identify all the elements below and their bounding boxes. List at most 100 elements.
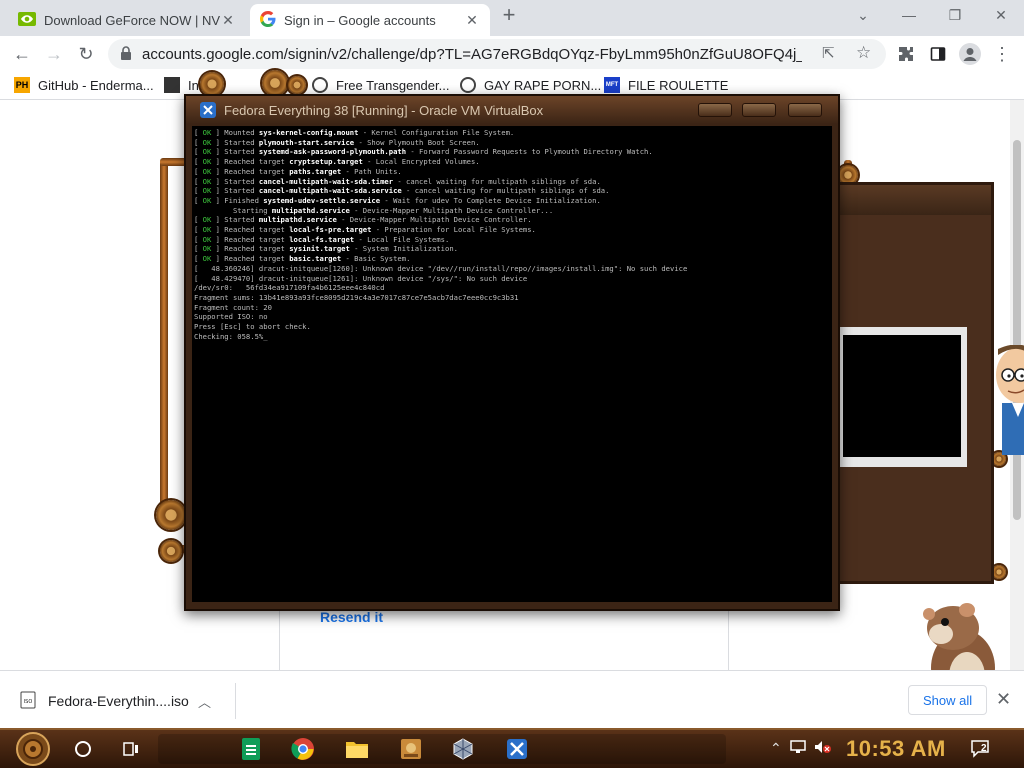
menu-icon[interactable]: ⋮ — [986, 38, 1018, 70]
ok-status: OK — [198, 147, 216, 157]
url-text: accounts.google.com/signin/v2/challenge/… — [142, 45, 802, 63]
background-vm-preview — [839, 327, 967, 467]
app-icon[interactable] — [396, 734, 426, 764]
tab-search-icon[interactable]: ⌄ — [840, 0, 886, 30]
back-button[interactable]: ← — [6, 38, 38, 70]
taskbar: ⌃ 10:53 AM 2 — [0, 728, 1024, 768]
new-tab-button[interactable]: + — [494, 0, 524, 30]
bookmark-gay[interactable]: GAY RAPE PORN... — [460, 77, 601, 93]
tab-google-signin[interactable]: Sign in – Google accounts ✕ — [250, 4, 490, 36]
bookmark-label: GitHub - Enderma... — [38, 77, 154, 93]
virtualbox-app-icon[interactable] — [448, 734, 478, 764]
console-line: [ OK ] Finished systemd-udev-settle.serv… — [194, 195, 601, 205]
ok-status: OK — [198, 234, 216, 244]
background-vm-window[interactable] — [836, 182, 994, 584]
extensions-icon[interactable] — [890, 38, 922, 70]
close-tab-icon[interactable]: ✕ — [220, 12, 236, 29]
forward-button[interactable]: → — [38, 38, 70, 70]
console-line: Press [Esc] to abort check. — [194, 322, 311, 332]
decor-pipe — [160, 160, 168, 520]
virtualbox-window[interactable]: Fedora Everything 38 [Running] - Oracle … — [184, 94, 840, 611]
ok-status: OK — [198, 254, 216, 264]
bookmark-label: FILE ROULETTE — [628, 77, 729, 93]
reload-button[interactable]: ↻ — [70, 38, 102, 70]
close-button[interactable] — [788, 103, 822, 117]
console-line: [ 48.429470] dracut-initqueue[1261]: Unk… — [194, 273, 528, 283]
show-all-button[interactable]: Show all — [908, 685, 988, 715]
tab-geforce[interactable]: Download GeForce NOW | NVIDIA ✕ — [8, 4, 246, 36]
console-line: Supported ISO: no — [194, 312, 268, 322]
gear-icon — [160, 540, 182, 562]
ok-status: OK — [198, 225, 216, 235]
console-line: [ OK ] Reached target paths.target - Pat… — [194, 166, 402, 176]
minimize-button[interactable] — [698, 103, 732, 117]
volume-muted-icon[interactable] — [814, 740, 832, 757]
task-view-button[interactable] — [116, 734, 146, 764]
download-bar: ISO Fedora-Everythin....iso ︿ Show all ✕ — [0, 670, 1024, 728]
nvidia-icon — [18, 11, 36, 29]
notification-count: 2 — [981, 743, 987, 754]
side-panel-icon[interactable] — [922, 38, 954, 70]
download-filename: Fedora-Everythin....iso — [48, 693, 189, 709]
console-line: [ OK ] Reached target basic.target - Bas… — [194, 254, 411, 264]
resend-link[interactable]: Resend it — [320, 609, 383, 625]
close-icon[interactable]: ✕ — [996, 689, 1011, 710]
sheets-app-icon[interactable] — [236, 734, 266, 764]
address-bar[interactable]: accounts.google.com/signin/v2/challenge/… — [108, 39, 886, 69]
bookmark-github[interactable]: PH GitHub - Enderma... — [14, 77, 154, 93]
console-line: [ OK ] Reached target local-fs.target - … — [194, 234, 450, 244]
virtualbox-titlebar[interactable]: Fedora Everything 38 [Running] - Oracle … — [186, 96, 838, 124]
chevron-up-icon[interactable]: ︿ — [198, 692, 211, 711]
file-explorer-icon[interactable] — [342, 734, 372, 764]
profile-avatar[interactable] — [954, 38, 986, 70]
gear-icon — [200, 72, 224, 96]
close-window-button[interactable]: ✕ — [978, 0, 1024, 30]
console-line: Checking: 058.5%_ — [194, 331, 268, 341]
download-item[interactable]: ISO Fedora-Everythin....iso ︿ — [10, 683, 236, 719]
chevron-up-icon[interactable]: ⌃ — [770, 740, 782, 757]
scrollbar-thumb[interactable] — [1013, 140, 1021, 520]
share-icon[interactable]: ⇱ — [822, 44, 835, 62]
console-line: [ OK ] Started plymouth-start.service - … — [194, 137, 480, 147]
bookmark-label: GAY RAPE PORN... — [484, 77, 602, 93]
bookmark-free-transgender[interactable]: Free Transgender... — [312, 77, 449, 93]
tab-title: Sign in – Google accounts — [284, 12, 436, 28]
network-icon[interactable] — [790, 740, 806, 757]
console-line: [ OK ] Started multipathd.service - Devi… — [194, 215, 532, 225]
ok-status: OK — [198, 215, 216, 225]
console-line: Fragment count: 20 — [194, 302, 272, 312]
gear-icon — [992, 565, 1006, 579]
start-button[interactable] — [14, 730, 52, 768]
ok-status: OK — [198, 186, 216, 196]
console-line: [ OK ] Reached target cryptsetup.target … — [194, 157, 480, 167]
gear-icon — [156, 500, 186, 530]
search-button[interactable] — [68, 734, 98, 764]
taskbar-clock[interactable]: 10:53 AM — [846, 736, 946, 762]
bookmark-star-icon[interactable]: ☆ — [856, 43, 871, 63]
svg-text:ISO: ISO — [24, 699, 33, 705]
globe-icon — [460, 77, 476, 93]
console-line: [ OK ] Started systemd-ask-password-plym… — [194, 147, 653, 157]
globe-icon — [312, 77, 328, 93]
chrome-app-icon[interactable] — [288, 734, 318, 764]
notifications-button[interactable]: 2 — [968, 738, 994, 760]
tab-strip: Download GeForce NOW | NVIDIA ✕ Sign in … — [0, 0, 1024, 36]
ph-icon: PH — [14, 77, 30, 93]
virtualbox-title: Fedora Everything 38 [Running] - Oracle … — [224, 102, 544, 118]
restore-button[interactable]: ❐ — [932, 0, 978, 30]
background-window-header — [839, 185, 991, 215]
background-vm-screen — [843, 335, 961, 457]
virtualbox-vm-icon[interactable] — [502, 734, 532, 764]
ok-status: OK — [198, 166, 216, 176]
close-tab-icon[interactable]: ✕ — [464, 12, 480, 29]
vm-console[interactable]: [ OK ] Mounted sys-kernel-config.mount -… — [192, 126, 832, 602]
console-line: [ OK ] Started cancel-multipath-wait-sda… — [194, 186, 610, 196]
console-line: Fragment sums: 13b41e893a93fce8095d219c4… — [194, 292, 519, 302]
maximize-button[interactable] — [742, 103, 776, 117]
minimize-button[interactable]: — — [886, 0, 932, 30]
console-line: [ OK ] Mounted sys-kernel-config.mount -… — [194, 128, 515, 137]
lock-icon — [120, 45, 132, 63]
ok-status: OK — [198, 137, 216, 147]
tab-title: Download GeForce NOW | NVIDIA — [44, 12, 220, 28]
bookmark-file-roulette[interactable]: MFT FILE ROULETTE — [604, 77, 728, 93]
